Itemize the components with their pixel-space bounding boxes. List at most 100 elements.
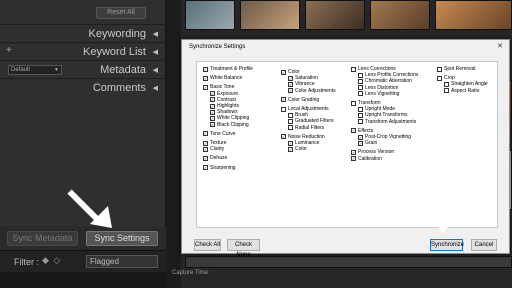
metadata-preset-select[interactable]: Default ▼ [8,65,62,75]
checkbox-unchecked-icon[interactable] [288,112,293,118]
setting-checkbox[interactable]: Spot Removal [437,66,475,72]
setting-checkbox[interactable]: ✓ Color Grading [281,97,319,103]
flag-filter-icons[interactable]: ◆ ◇ [42,255,61,266]
setting-checkbox[interactable]: ✓ Vibrance [288,81,315,87]
setting-checkbox[interactable]: ✓ White Balance [203,75,242,81]
setting-checkbox[interactable]: ✓ Shadows [210,109,238,115]
setting-checkbox[interactable]: Upright Transforms [358,112,408,118]
checkbox-checked-icon[interactable]: ✓ [351,156,356,162]
cancel-button[interactable]: Cancel [471,239,497,251]
checkbox-checked-icon[interactable]: ✓ [203,165,208,171]
setting-checkbox[interactable]: ✓ Grain [358,140,377,146]
check-none-button[interactable]: Check None [227,239,260,258]
photo-thumbnail[interactable] [240,0,300,30]
checkbox-checked-icon[interactable]: ✓ [203,140,208,146]
checkbox-checked-icon[interactable]: ✓ [351,128,356,134]
setting-checkbox[interactable]: ✓ Color [288,146,307,152]
close-icon[interactable]: ✕ [497,42,503,50]
checkbox-unchecked-icon[interactable] [351,66,356,72]
checkbox-checked-icon[interactable]: ✓ [288,75,293,81]
setting-checkbox[interactable]: Lens Distortion [358,85,398,91]
setting-checkbox[interactable]: ✓ Post-Crop Vignetting [358,134,411,140]
setting-checkbox[interactable]: ✓ Color Adjustments [288,88,336,94]
setting-checkbox[interactable]: Lens Corrections [351,66,396,72]
checkbox-checked-icon[interactable]: ✓ [281,69,286,75]
checkbox-checked-icon[interactable]: ✓ [203,66,208,72]
setting-checkbox[interactable]: Radial Filters [288,125,324,131]
setting-checkbox[interactable]: Graduated Filters [288,118,334,124]
checkbox-checked-icon[interactable]: ✓ [203,84,208,90]
setting-checkbox[interactable]: Transform [351,100,381,106]
setting-checkbox[interactable]: ✓ Sharpening [203,165,236,171]
setting-checkbox[interactable]: Local Adjustments [281,106,329,112]
checkbox-unchecked-icon[interactable] [358,85,363,91]
setting-checkbox[interactable]: Crop [437,75,455,81]
panel-header-comments[interactable]: Comments ◀ [0,78,166,96]
checkbox-unchecked-icon[interactable] [444,88,449,94]
checkbox-unchecked-icon[interactable] [288,118,293,124]
setting-checkbox[interactable]: ✓ Process Version [351,149,394,155]
checkbox-unchecked-icon[interactable] [437,75,442,81]
checkbox-checked-icon[interactable]: ✓ [210,91,215,97]
setting-checkbox[interactable]: ✓ Basic Tone [203,84,234,90]
checkbox-checked-icon[interactable]: ✓ [351,149,356,155]
sync-metadata-button[interactable]: Sync Metadata [7,231,78,246]
checkbox-checked-icon[interactable]: ✓ [281,134,286,140]
checkbox-checked-icon[interactable]: ✓ [203,75,208,81]
setting-checkbox[interactable]: ✓ Tone Curve [203,131,236,137]
setting-checkbox[interactable]: Upright Mode [358,106,395,112]
checkbox-unchecked-icon[interactable] [437,66,442,72]
setting-checkbox[interactable]: ✓ Clarity [203,146,224,152]
panel-header-metadata[interactable]: Default ▼ Metadata ◀ [0,60,166,78]
checkbox-checked-icon[interactable]: ✓ [288,140,293,146]
setting-checkbox[interactable]: ✓ Exposure [210,91,238,97]
sort-capture-time[interactable]: Capture Time : [172,270,211,276]
checkbox-checked-icon[interactable]: ✓ [203,146,208,152]
photo-thumbnail[interactable] [370,0,430,30]
checkbox-checked-icon[interactable]: ✓ [203,131,208,137]
checkbox-unchecked-icon[interactable] [358,119,363,125]
checkbox-checked-icon[interactable]: ✓ [288,88,293,94]
setting-checkbox[interactable]: ✓ Luminance [288,140,319,146]
setting-checkbox[interactable]: ✓ Black Clipping [210,122,249,128]
setting-checkbox[interactable]: ✓ Highlights [210,103,239,109]
setting-checkbox[interactable]: Chromatic Aberration [358,78,412,84]
checkbox-unchecked-icon[interactable] [281,106,286,112]
setting-checkbox[interactable]: Straighten Angle [444,81,488,87]
setting-checkbox[interactable]: Transform Adjustments [358,119,416,125]
checkbox-checked-icon[interactable]: ✓ [210,103,215,109]
checkbox-unchecked-icon[interactable] [351,100,356,106]
sync-settings-button[interactable]: Sync Settings [86,231,158,246]
checkbox-checked-icon[interactable]: ✓ [281,97,286,103]
setting-checkbox[interactable]: ✓ Effects [351,128,373,134]
setting-checkbox[interactable]: ✓ Contrast [210,97,236,103]
setting-checkbox[interactable]: Lens Profile Corrections [358,72,418,78]
checkbox-checked-icon[interactable]: ✓ [210,109,215,115]
checkbox-checked-icon[interactable]: ✓ [203,155,208,161]
setting-checkbox[interactable]: ✓ Texture [203,140,226,146]
reset-all-button[interactable]: Reset All [96,7,146,19]
setting-checkbox[interactable]: ✓ Treatment & Profile [203,66,253,72]
filter-select[interactable]: Flagged [86,255,158,268]
checkbox-unchecked-icon[interactable] [358,112,363,118]
add-keyword-icon[interactable]: + [6,45,12,56]
checkbox-unchecked-icon[interactable] [288,125,293,131]
checkbox-checked-icon[interactable]: ✓ [358,134,363,140]
setting-checkbox[interactable]: ✓ White Clipping [210,115,249,121]
check-all-button[interactable]: Check All [194,239,221,251]
checkbox-checked-icon[interactable]: ✓ [210,97,215,103]
setting-checkbox[interactable]: Lens Vignetting [358,91,399,97]
panel-header-keywording[interactable]: Keywording ◀ [0,24,166,42]
photo-thumbnail[interactable] [305,0,365,30]
setting-checkbox[interactable]: ✓ Dehaze [203,155,227,161]
checkbox-unchecked-icon[interactable] [444,81,449,87]
setting-checkbox[interactable]: ✓ Noise Reduction [281,134,325,140]
photo-thumbnail[interactable] [435,0,512,30]
setting-checkbox[interactable]: ✓ Calibration [351,156,382,162]
photo-thumbnail[interactable] [185,0,235,30]
setting-checkbox[interactable]: Brush [288,112,308,118]
checkbox-unchecked-icon[interactable] [358,78,363,84]
checkbox-checked-icon[interactable]: ✓ [288,146,293,152]
setting-checkbox[interactable]: Aspect Ratio [444,88,479,94]
checkbox-unchecked-icon[interactable] [358,72,363,78]
